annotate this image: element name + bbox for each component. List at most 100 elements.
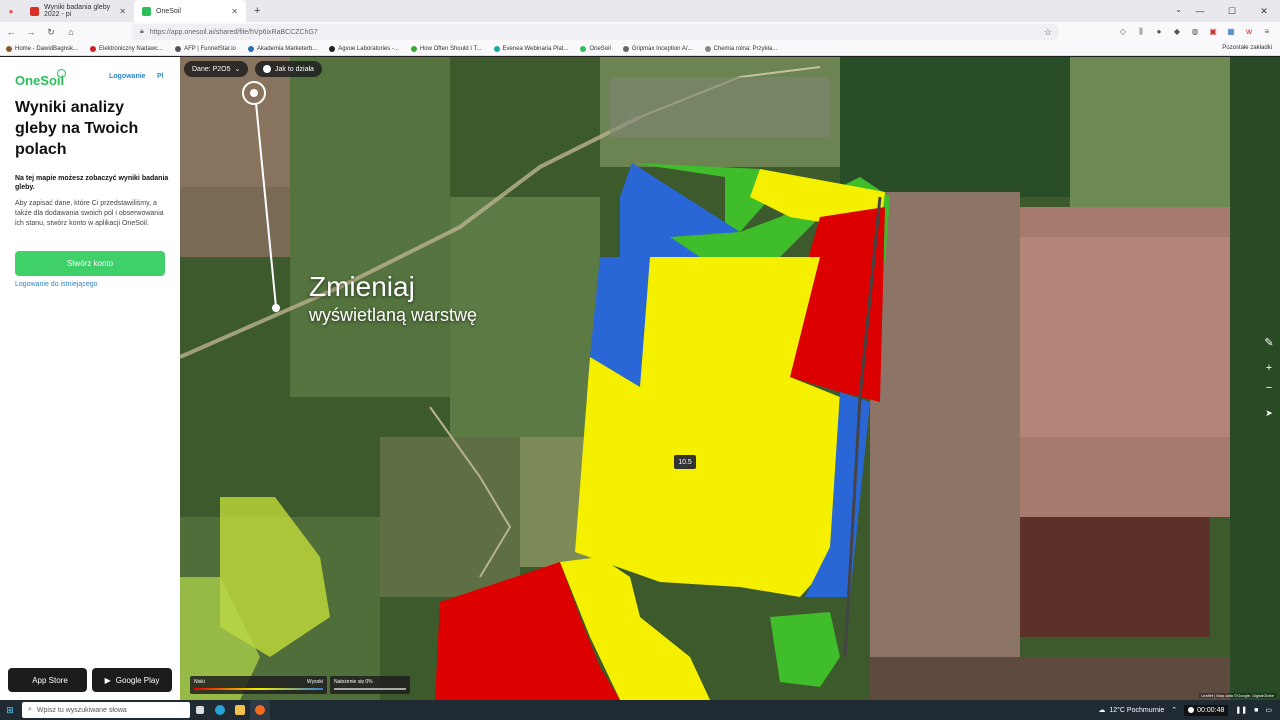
tab-onesoil[interactable]: OneSoil ✕	[134, 0, 246, 22]
library-icon[interactable]: ⫼	[1136, 25, 1146, 38]
bookmark-icon	[175, 45, 182, 52]
bookmark-icon	[410, 45, 417, 52]
pause-icon[interactable]: ❚❚	[1235, 706, 1247, 714]
recording-indicator[interactable]: 00:00:48	[1184, 704, 1229, 716]
bookmark-item[interactable]: Gripmax Inception A/...	[622, 45, 693, 52]
play-icon: ▶	[104, 675, 111, 685]
bookmark-icon	[90, 45, 97, 52]
data-layer-dropdown[interactable]: Dane: P2O5 ⌄	[184, 61, 249, 77]
weather-widget[interactable]: ☁ 12°C Pochmurnie	[1098, 706, 1164, 715]
opacity-slider[interactable]	[334, 688, 406, 690]
bookmark-item[interactable]: Elektroniczny Nadawc...	[90, 45, 163, 52]
firefox-icon[interactable]	[250, 700, 270, 720]
bookmark-star-icon[interactable]: ☆	[1044, 27, 1052, 38]
login-existing-link[interactable]: Logowanie do istniejącego	[15, 281, 98, 288]
map-attribution[interactable]: Leaflet | Map data ©Google, DigitalGlobe	[1199, 693, 1276, 698]
page-title: Wyniki analizy gleby na Twoich polach	[15, 99, 139, 158]
zoom-in-icon[interactable]: +	[1261, 360, 1277, 376]
app-store-button[interactable]: App Store	[8, 668, 87, 692]
page-description: Aby zapisać dane, które Ci przedstawiliś…	[15, 200, 164, 227]
bookmark-icon	[329, 45, 336, 52]
bookmark-item[interactable]: Home - DawidBagnsk...	[6, 45, 78, 52]
bookmark-icon	[622, 45, 629, 52]
bookmark-item[interactable]: How Often Should I T...	[410, 45, 482, 52]
pocket-icon[interactable]: ◇	[1118, 25, 1128, 38]
notifications-icon[interactable]: ▭	[1265, 706, 1272, 714]
close-tab-icon[interactable]: ✕	[231, 7, 238, 16]
locate-icon[interactable]: ➤	[1261, 405, 1277, 421]
extension-icon[interactable]: ᴡ	[1244, 25, 1254, 38]
color-legend: Niski Wysoki	[190, 676, 327, 694]
menu-icon[interactable]: ≡	[1262, 25, 1272, 38]
bookmark-item[interactable]: Evenea Webinaria Plat...	[493, 45, 568, 52]
logo-mark-icon	[57, 69, 66, 78]
list-tabs-icon[interactable]: ⌄	[1175, 5, 1182, 14]
edge-icon[interactable]	[210, 700, 230, 720]
extension-icon[interactable]: ◆	[1172, 25, 1182, 38]
bookmark-item[interactable]: Chemia rolna: Przykła...	[704, 45, 777, 52]
task-view-icon[interactable]	[190, 700, 210, 720]
browser-menu-icon[interactable]: ●	[0, 7, 22, 16]
close-tab-icon[interactable]: ✕	[119, 7, 126, 16]
create-account-button[interactable]: Stwórz konto	[15, 251, 165, 276]
bookmark-item[interactable]: Agvue Laboratories -...	[329, 45, 399, 52]
windows-taskbar: ⊞ ⌕ Wpisz tu wyszukiwane słowa ☁ 12°C Po…	[0, 700, 1280, 720]
other-bookmarks[interactable]: Pozostałe zakładki	[1222, 45, 1272, 51]
chevron-down-icon: ⌄	[234, 66, 241, 73]
legend-gradient	[194, 688, 323, 690]
search-icon: ⌕	[28, 706, 32, 713]
maximize-icon[interactable]: ☐	[1216, 0, 1248, 22]
opacity-label: Nałożenie się 0%	[334, 679, 373, 685]
shield-icon[interactable]: ◍	[1190, 25, 1200, 38]
login-link[interactable]: Logowanie	[109, 73, 146, 80]
extension-icon[interactable]: ▦	[1226, 25, 1236, 38]
sidebar: OneSoil Logowanie Pl Wyniki analizy gleb…	[0, 57, 180, 700]
extension-icon[interactable]: ▣	[1208, 25, 1218, 38]
url-text: https://app.onesoil.ai/shared/file/hVp6i…	[149, 28, 318, 36]
bookmark-item[interactable]: Akademia Marketerb...	[247, 45, 317, 52]
tab-gmail[interactable]: Wyniki badania gleby 2022 - pi ✕	[22, 0, 134, 22]
lock-icon: 🔒︎	[140, 28, 144, 35]
bookmark-item[interactable]: AFP | FunnelStar.io	[175, 45, 236, 52]
tutorial-subtitle: wyświetlaną warstwę	[309, 305, 478, 325]
google-play-button[interactable]: ▶ Google Play	[92, 668, 172, 692]
reload-icon[interactable]: ↻	[46, 27, 56, 38]
bookmark-icon	[704, 45, 711, 52]
legend-low-label: Niski	[194, 679, 205, 685]
tab-title: OneSoil	[156, 7, 181, 15]
taskbar-search[interactable]: ⌕ Wpisz tu wyszukiwane słowa	[22, 702, 190, 718]
new-tab-button[interactable]: +	[246, 5, 268, 17]
bookmark-icon	[493, 45, 500, 52]
account-icon[interactable]: ●	[1154, 25, 1164, 38]
opacity-control[interactable]: Nałożenie się 0%	[330, 676, 410, 694]
satellite-map	[180, 57, 1280, 700]
forward-icon[interactable]: →	[26, 27, 36, 37]
onesoil-icon	[142, 6, 151, 16]
tab-title: Wyniki badania gleby 2022 - pi	[44, 4, 111, 18]
back-icon[interactable]: ←	[6, 27, 16, 37]
zoom-out-icon[interactable]: −	[1261, 380, 1277, 396]
minimize-icon[interactable]: —	[1184, 0, 1216, 22]
cloud-icon: ☁	[1098, 707, 1106, 714]
home-icon[interactable]: ⌂	[66, 27, 76, 37]
windows-start-icon[interactable]: ⊞	[0, 700, 20, 720]
system-tray: ☁ 12°C Pochmurnie ⌃ 00:00:48 ❚❚ ■ ▭	[1098, 700, 1280, 720]
field-value-label[interactable]: 10.5	[674, 455, 696, 469]
map-view[interactable]: Dane: P2O5 ⌄ Jak to działa Zmieniaj wyśw…	[180, 57, 1280, 700]
bookmark-item[interactable]: OneSoil	[580, 45, 611, 52]
browser-tabbar: ● Wyniki badania gleby 2022 - pi ✕ OneSo…	[0, 0, 1280, 22]
info-icon	[263, 65, 271, 73]
stop-icon[interactable]: ■	[1254, 707, 1258, 714]
gmail-icon	[30, 6, 39, 16]
record-icon	[1188, 707, 1195, 713]
ruler-icon[interactable]: ✎	[1261, 334, 1277, 350]
tutorial-title: Zmieniaj	[309, 271, 415, 302]
url-bar[interactable]: 🔒︎ https://app.onesoil.ai/shared/file/hV…	[132, 24, 1058, 40]
browser-navbar: ← → ↻ ⌂ 🔒︎ https://app.onesoil.ai/shared…	[0, 22, 1280, 42]
close-window-icon[interactable]: ✕	[1248, 0, 1280, 22]
tray-chevron-icon[interactable]: ⌃	[1171, 706, 1177, 714]
how-it-works-button[interactable]: Jak to działa	[255, 61, 322, 77]
file-explorer-icon[interactable]	[230, 700, 250, 720]
language-switch[interactable]: Pl	[157, 73, 164, 80]
window-controls: — ☐ ✕	[1184, 0, 1280, 22]
